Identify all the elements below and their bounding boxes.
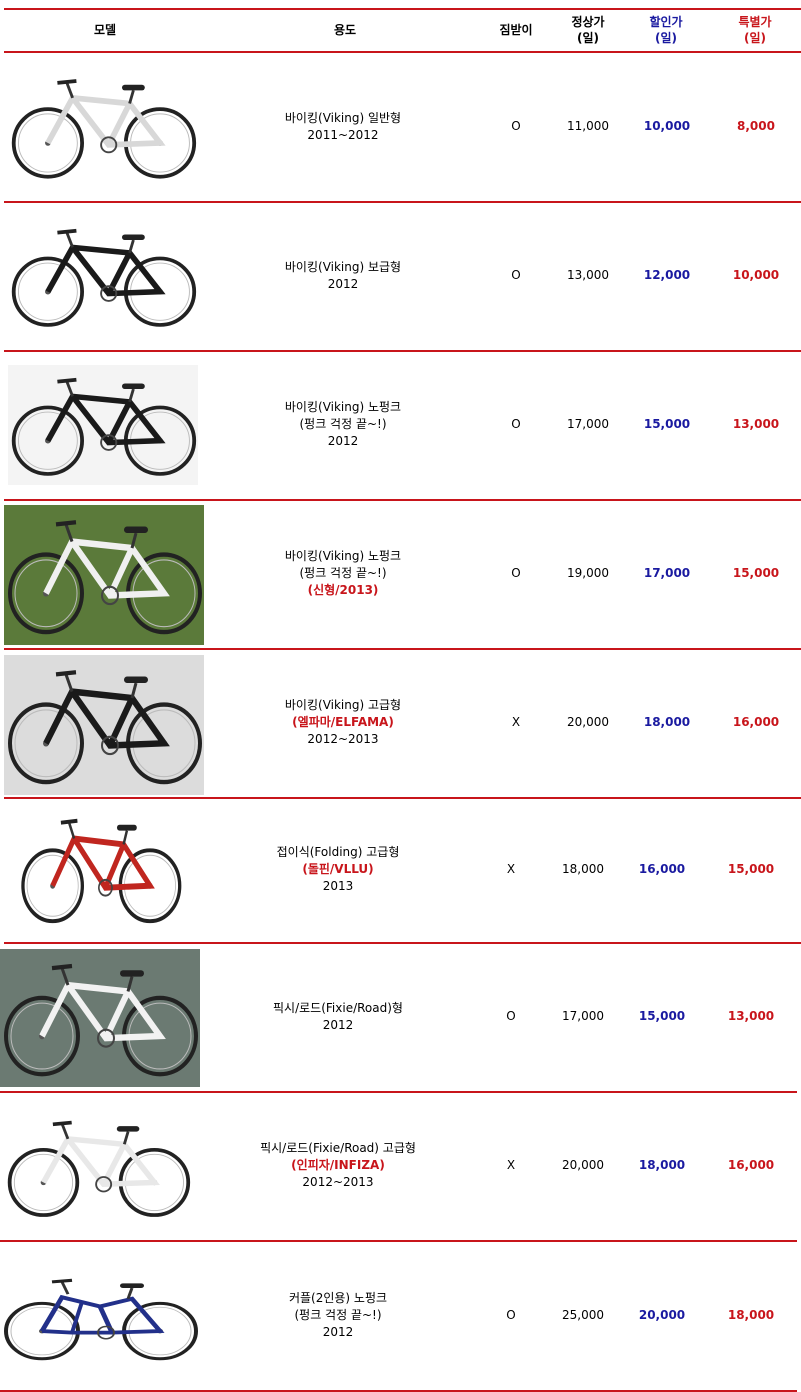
usage-cell: 픽시/로드(Fixie/Road)형 2012 (215, 942, 461, 1091)
table-row: 바이킹(Viking) 노펑크 (펑크 걱정 끝~!) 2012 O 17,000 15,… (0, 350, 801, 499)
usage-highlight: (돌핀/VLLU) (302, 862, 374, 876)
table-row: 픽시/로드(Fixie/Road) 고급형 (인피자/INFIZA) 2012~20… (0, 1091, 801, 1240)
kickstand-cell: O (506, 1307, 516, 1322)
usage-line: 바이킹(Viking) 고급형 (284, 698, 402, 712)
special-price-cell: 13,000 (727, 1009, 775, 1023)
discount-price-cell: 16,000 (638, 862, 686, 876)
kickstand-cell: O (506, 1009, 516, 1023)
header-special: 특별가 (일) (738, 15, 772, 45)
kickstand-cell: O (511, 268, 521, 282)
usage-line: (펑크 걱정 끝~!) (299, 417, 387, 431)
regular-price-cell: 17,000 (567, 417, 609, 431)
usage-line: 2011~2012 (307, 127, 379, 142)
table-row: 커플(2인용) 노펑크 (펑크 걱정 끝~!) 2012 O 25,000 20,000 1… (0, 1240, 801, 1390)
bike-photo (4, 655, 204, 795)
regular-price-cell: 11,000 (567, 119, 609, 133)
table-row: 바이킹(Viking) 일반형 2011~2012 O 11,000 10,000 8,0… (0, 52, 801, 201)
discount-price-cell: 10,000 (643, 119, 691, 133)
header-usage: 용도 (333, 23, 357, 37)
regular-price-cell: 17,000 (562, 1009, 604, 1023)
discount-price-cell: 18,000 (643, 715, 691, 729)
kickstand-cell: O (511, 566, 521, 580)
usage-line: 바이킹(Viking) 노펑크 (284, 549, 402, 563)
special-price-cell: 10,000 (732, 268, 780, 282)
usage-line: 바이킹(Viking) 노펑크 (284, 400, 402, 414)
header-kickstand: 짐받이 (499, 23, 533, 37)
usage-line: 접이식(Folding) 고급형 (276, 845, 400, 859)
special-price-cell: 13,000 (732, 417, 780, 431)
table-row: 픽시/로드(Fixie/Road)형 2012 O 17,000 15,000 13,00… (0, 942, 801, 1091)
table-row: 바이킹(Viking) 고급형 (엘파마/ELFAMA) 2012~2013 X 20,… (0, 648, 801, 797)
usage-line: 바이킹(Viking) 일반형 (284, 110, 402, 125)
regular-price-cell: 18,000 (562, 862, 604, 876)
header-model: 모델 (93, 23, 117, 37)
usage-highlight: (엘파마/ELFAMA) (292, 715, 394, 729)
table-row: 바이킹(Viking) 보급형 2012 O 13,000 12,000 10,000 (0, 201, 801, 350)
discount-price-cell: 12,000 (643, 268, 691, 282)
usage-cell: 바이킹(Viking) 일반형 2011~2012 (220, 52, 466, 201)
usage-line: 바이킹(Viking) 보급형 (284, 259, 402, 274)
header-discount: 할인가 (일) (649, 15, 683, 45)
table-row: 바이킹(Viking) 노펑크 (펑크 걱정 끝~!) (신형/2013) O 19,0… (0, 499, 801, 648)
bike-photo (4, 1108, 192, 1226)
discount-price-cell: 20,000 (638, 1307, 686, 1322)
regular-price-cell: 25,000 (562, 1307, 604, 1322)
regular-price-cell: 19,000 (567, 566, 609, 580)
usage-line: 커플(2인용) 노펑크 (288, 1290, 388, 1305)
regular-price-cell: 20,000 (562, 1158, 604, 1172)
kickstand-cell: X (506, 862, 516, 876)
regular-price-cell: 13,000 (567, 268, 609, 282)
discount-price-cell: 18,000 (638, 1158, 686, 1172)
header-regular: 정상가 (일) (571, 15, 605, 45)
table-row: 접이식(Folding) 고급형 (돌핀/VLLU) 2013 X 18,000 16,0… (0, 797, 801, 942)
special-price-cell: 15,000 (727, 862, 775, 876)
special-price-cell: 16,000 (732, 715, 780, 729)
usage-cell: 바이킹(Viking) 노펑크 (펑크 걱정 끝~!) (신형/2013) (220, 499, 466, 648)
usage-year: 2012~2013 (302, 1175, 374, 1189)
usage-highlight: (인피자/INFIZA) (291, 1158, 385, 1172)
kickstand-cell: O (511, 119, 521, 133)
usage-cell: 바이킹(Viking) 노펑크 (펑크 걱정 끝~!) 2012 (220, 350, 466, 499)
usage-line: 픽시/로드(Fixie/Road)형 (273, 1000, 403, 1015)
usage-cell: 바이킹(Viking) 고급형 (엘파마/ELFAMA) 2012~2013 (220, 648, 466, 797)
bike-photo (0, 949, 200, 1087)
discount-price-cell: 15,000 (643, 417, 691, 431)
bike-photo (18, 805, 183, 933)
usage-line: 2012 (322, 1017, 354, 1032)
usage-cell: 바이킹(Viking) 보급형 2012 (220, 201, 466, 350)
usage-cell: 접이식(Folding) 고급형 (돌핀/VLLU) 2013 (215, 797, 461, 942)
usage-year: 2012~2013 (307, 732, 379, 746)
usage-line: 2012 (327, 276, 359, 291)
usage-line: (펑크 걱정 끝~!) (294, 1307, 382, 1322)
kickstand-cell: X (506, 1158, 516, 1172)
regular-price-cell: 20,000 (567, 715, 609, 729)
usage-line: 2012 (322, 1324, 354, 1339)
usage-highlight: (신형/2013) (307, 583, 379, 597)
bike-photo (8, 216, 198, 336)
usage-cell: 픽시/로드(Fixie/Road) 고급형 (인피자/INFIZA) 2012~20… (215, 1091, 461, 1240)
usage-cell: 커플(2인용) 노펑크 (펑크 걱정 끝~!) 2012 (215, 1240, 461, 1390)
usage-year: 2013 (322, 879, 354, 893)
usage-line: 픽시/로드(Fixie/Road) 고급형 (260, 1141, 416, 1155)
bike-photo (4, 505, 204, 645)
special-price-cell: 18,000 (727, 1307, 775, 1322)
bike-photo (8, 365, 198, 485)
usage-line: (펑크 걱정 끝~!) (299, 566, 387, 580)
special-price-cell: 15,000 (732, 566, 780, 580)
kickstand-cell: O (511, 417, 521, 431)
kickstand-cell: X (511, 715, 521, 729)
discount-price-cell: 15,000 (638, 1009, 686, 1023)
discount-price-cell: 17,000 (643, 566, 691, 580)
bike-photo (0, 1268, 200, 1368)
special-price-cell: 8,000 (737, 119, 775, 133)
bike-photo (8, 66, 198, 188)
usage-line: 2012 (327, 434, 359, 448)
special-price-cell: 16,000 (727, 1158, 775, 1172)
